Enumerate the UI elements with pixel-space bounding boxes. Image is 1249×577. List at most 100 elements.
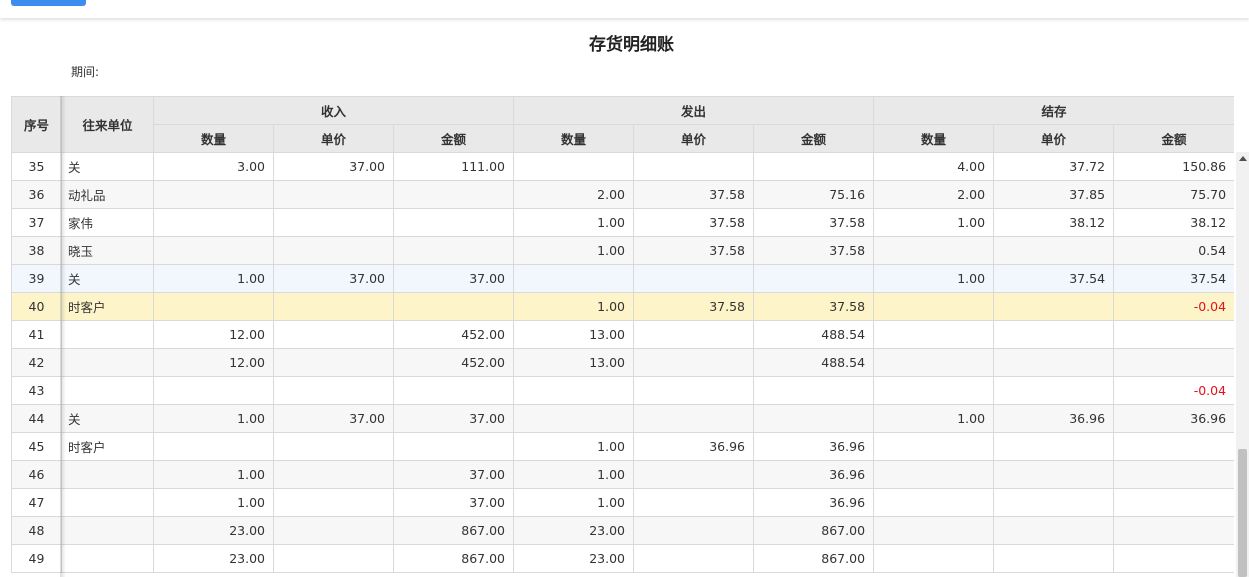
header-seq[interactable]: 序号: [11, 96, 62, 153]
cell-issue-amount[interactable]: 75.16: [753, 180, 875, 209]
cell-balance-amount[interactable]: 37.54: [1113, 264, 1234, 293]
cell-issue-amount[interactable]: 37.58: [753, 208, 875, 237]
vertical-scrollbar[interactable]: [1236, 152, 1249, 577]
cell-balance-qty[interactable]: [873, 516, 995, 545]
cell-income-price[interactable]: [273, 180, 394, 209]
cell-seq[interactable]: 49: [11, 544, 62, 573]
cell-income-price[interactable]: [273, 544, 394, 573]
header-balance-price[interactable]: 单价: [993, 124, 1115, 153]
header-income-amount[interactable]: 金额: [392, 124, 515, 153]
table-row[interactable]: 44 关 1.00 37.00 37.00 1.00 36.96 36.96: [11, 404, 1234, 433]
cell-issue-qty[interactable]: [513, 152, 635, 181]
table-row[interactable]: 48 23.00 867.00 23.00 867.00: [11, 516, 1234, 545]
cell-unit[interactable]: [61, 544, 154, 573]
cell-balance-amount[interactable]: 36.96: [1113, 404, 1234, 433]
cell-balance-qty[interactable]: 1.00: [873, 264, 995, 293]
cell-issue-qty[interactable]: 23.00: [513, 544, 635, 573]
cell-income-amount[interactable]: 452.00: [392, 348, 515, 377]
cell-issue-price[interactable]: 37.58: [633, 236, 755, 265]
cell-income-price[interactable]: [273, 376, 394, 405]
cell-balance-qty[interactable]: 1.00: [873, 404, 995, 433]
cell-balance-qty[interactable]: [873, 320, 995, 349]
scroll-up-arrow-icon[interactable]: [1239, 156, 1247, 161]
header-balance-qty[interactable]: 数量: [873, 124, 995, 153]
cell-unit[interactable]: 关: [61, 152, 154, 181]
cell-balance-price[interactable]: [993, 348, 1115, 377]
cell-income-qty[interactable]: 1.00: [153, 488, 274, 517]
cell-income-amount[interactable]: [392, 236, 515, 265]
cell-unit[interactable]: [61, 376, 154, 405]
cell-issue-price[interactable]: [633, 460, 755, 489]
cell-balance-price[interactable]: [993, 236, 1115, 265]
cell-issue-amount[interactable]: 488.54: [753, 320, 875, 349]
cell-balance-amount[interactable]: [1113, 432, 1234, 461]
cell-issue-qty[interactable]: 1.00: [513, 208, 635, 237]
cell-unit[interactable]: 动礼品: [61, 180, 154, 209]
cell-unit[interactable]: 关: [61, 404, 154, 433]
cell-seq[interactable]: 41: [11, 320, 62, 349]
cell-seq[interactable]: 45: [11, 432, 62, 461]
cell-balance-qty[interactable]: [873, 432, 995, 461]
cell-income-amount[interactable]: [392, 432, 515, 461]
cell-issue-qty[interactable]: 1.00: [513, 488, 635, 517]
cell-income-qty[interactable]: [153, 236, 274, 265]
cell-issue-qty[interactable]: [513, 404, 635, 433]
cell-income-price[interactable]: [273, 236, 394, 265]
cell-unit[interactable]: 关: [61, 264, 154, 293]
cell-income-qty[interactable]: 1.00: [153, 264, 274, 293]
cell-unit[interactable]: 晓玉: [61, 236, 154, 265]
cell-balance-qty[interactable]: [873, 544, 995, 573]
header-issue-qty[interactable]: 数量: [513, 124, 635, 153]
cell-income-qty[interactable]: 1.00: [153, 460, 274, 489]
cell-income-qty[interactable]: [153, 208, 274, 237]
cell-income-qty[interactable]: 1.00: [153, 404, 274, 433]
cell-balance-price[interactable]: [993, 460, 1115, 489]
cell-income-price[interactable]: [273, 516, 394, 545]
cell-issue-price[interactable]: [633, 376, 755, 405]
cell-balance-amount[interactable]: 150.86: [1113, 152, 1234, 181]
cell-balance-qty[interactable]: 4.00: [873, 152, 995, 181]
cell-balance-amount[interactable]: 0.54: [1113, 236, 1234, 265]
cell-seq[interactable]: 39: [11, 264, 62, 293]
cell-income-price[interactable]: 37.00: [273, 152, 394, 181]
cell-balance-amount[interactable]: [1113, 544, 1234, 573]
cell-income-amount[interactable]: 111.00: [392, 152, 515, 181]
cell-issue-amount[interactable]: 488.54: [753, 348, 875, 377]
cell-income-amount[interactable]: 867.00: [392, 516, 515, 545]
cell-issue-price[interactable]: [633, 348, 755, 377]
cell-balance-qty[interactable]: [873, 460, 995, 489]
cell-issue-qty[interactable]: 1.00: [513, 432, 635, 461]
cell-income-price[interactable]: [273, 432, 394, 461]
header-issue-amount[interactable]: 金额: [753, 124, 875, 153]
cell-issue-qty[interactable]: [513, 264, 635, 293]
cell-unit[interactable]: [61, 460, 154, 489]
cell-issue-amount[interactable]: [753, 376, 875, 405]
cell-balance-qty[interactable]: [873, 348, 995, 377]
table-row[interactable]: 38 晓玉 1.00 37.58 37.58 0.54: [11, 236, 1234, 265]
cell-issue-price[interactable]: [633, 152, 755, 181]
cell-issue-price[interactable]: [633, 264, 755, 293]
cell-balance-amount[interactable]: [1113, 320, 1234, 349]
cell-seq[interactable]: 44: [11, 404, 62, 433]
cell-balance-amount[interactable]: 38.12: [1113, 208, 1234, 237]
cell-issue-qty[interactable]: 1.00: [513, 292, 635, 321]
header-issue-price[interactable]: 单价: [633, 124, 755, 153]
cell-balance-qty[interactable]: [873, 376, 995, 405]
cell-income-price[interactable]: [273, 488, 394, 517]
cell-income-amount[interactable]: [392, 180, 515, 209]
cell-issue-price[interactable]: 37.58: [633, 180, 755, 209]
cell-balance-amount[interactable]: 75.70: [1113, 180, 1234, 209]
cell-income-qty[interactable]: [153, 432, 274, 461]
header-unit[interactable]: 往来单位: [61, 96, 154, 153]
cell-issue-amount[interactable]: [753, 152, 875, 181]
cell-unit[interactable]: 家伟: [61, 208, 154, 237]
table-row[interactable]: 42 12.00 452.00 13.00 488.54: [11, 348, 1234, 377]
cell-issue-amount[interactable]: [753, 404, 875, 433]
cell-issue-price[interactable]: [633, 404, 755, 433]
table-row[interactable]: 36 动礼品 2.00 37.58 75.16 2.00 37.85 75.70: [11, 180, 1234, 209]
header-income-price[interactable]: 单价: [273, 124, 394, 153]
table-row[interactable]: 39 关 1.00 37.00 37.00 1.00 37.54 37.54: [11, 264, 1234, 293]
table-row[interactable]: 49 23.00 867.00 23.00 867.00: [11, 544, 1234, 573]
cell-balance-qty[interactable]: [873, 236, 995, 265]
cell-income-price[interactable]: [273, 292, 394, 321]
